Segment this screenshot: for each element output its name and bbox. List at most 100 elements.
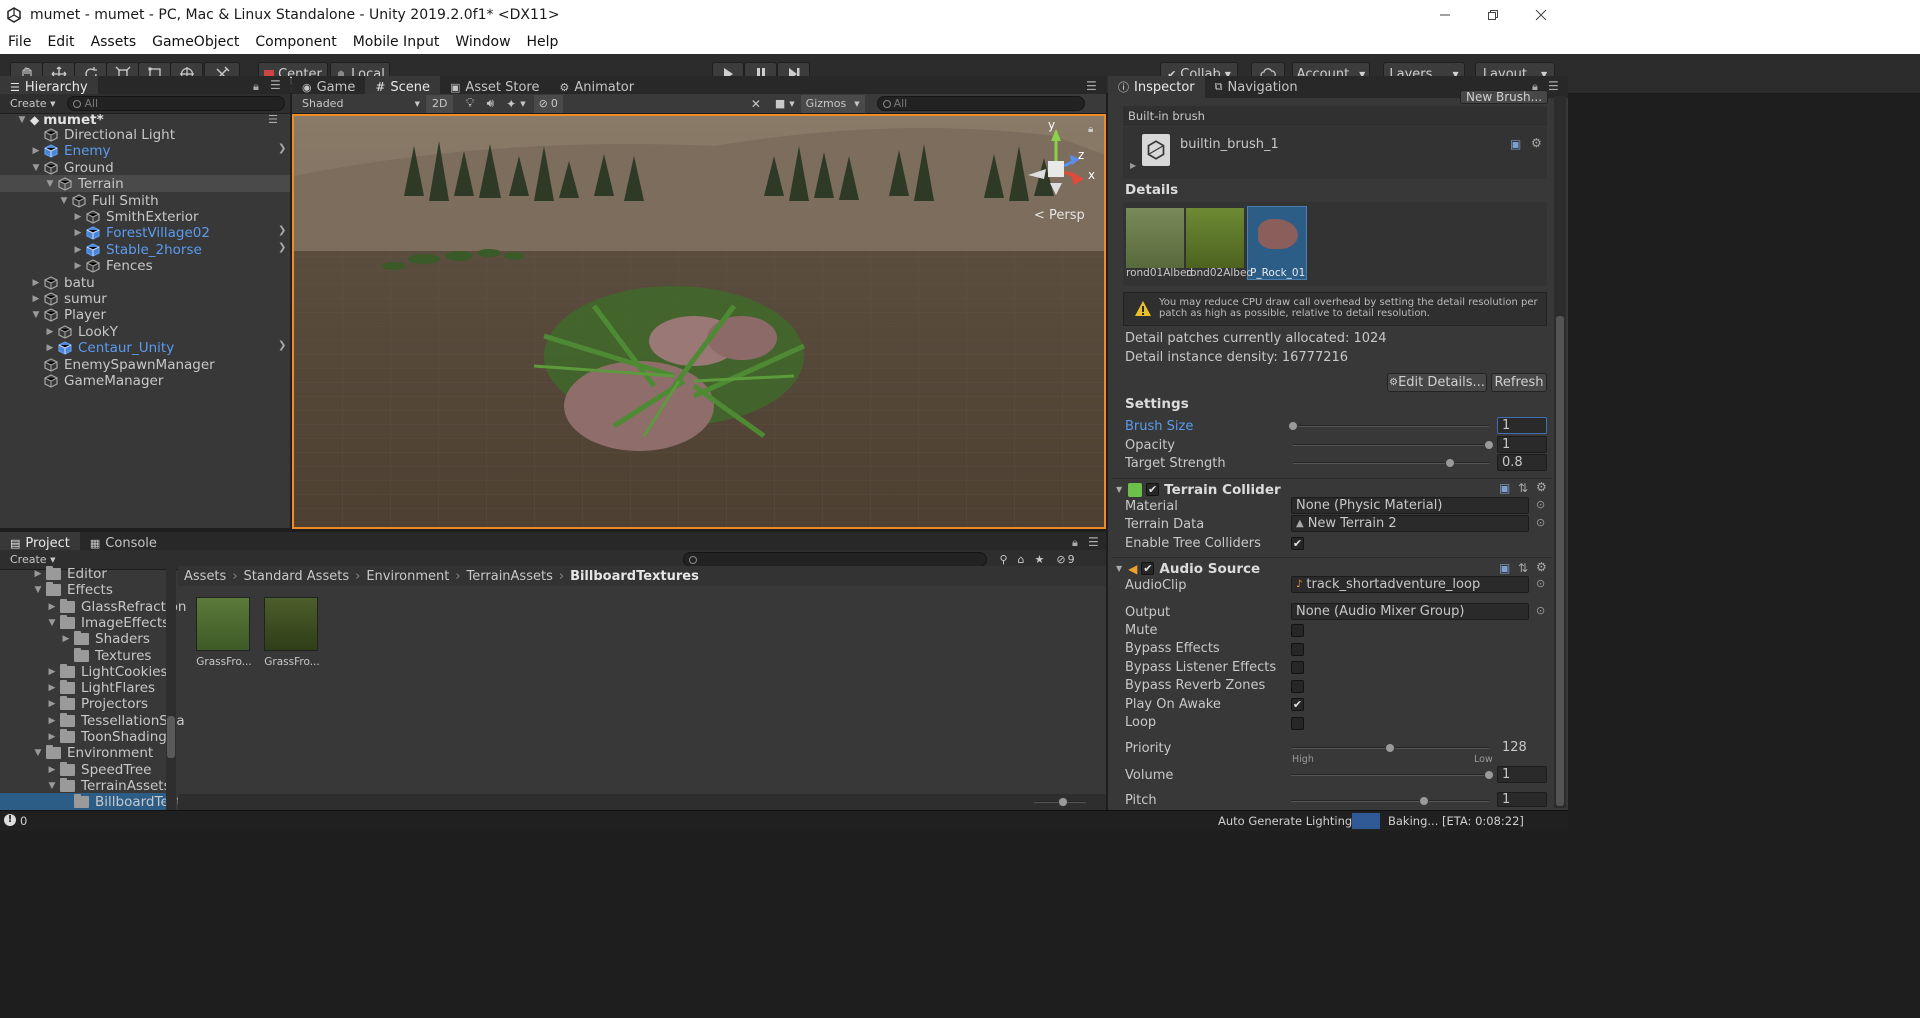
brush-thumbnail[interactable] (1142, 134, 1170, 166)
filter-label-icon[interactable]: ⌂ (1018, 553, 1025, 566)
chevron-right-icon[interactable]: ▶ (46, 601, 58, 613)
minimize-icon[interactable] (1422, 0, 1468, 30)
chevron-right-icon[interactable]: ▶ (72, 227, 84, 239)
chevron-down-icon[interactable]: ▼ (30, 162, 42, 174)
chevron-down-icon[interactable]: ▼ (1116, 564, 1122, 573)
object-picker-icon[interactable]: ⊙ (1536, 516, 1545, 529)
refresh-button[interactable]: Refresh (1491, 373, 1547, 392)
chevron-down-icon[interactable]: ▼ (30, 309, 42, 321)
scrollbar-thumb[interactable] (1556, 316, 1564, 806)
hidden-packages-toggle[interactable]: ⊘ 9 (1056, 553, 1074, 566)
grass-detail-thumbnail[interactable] (1186, 208, 1244, 268)
chevron-down-icon[interactable]: ▼ (1116, 485, 1122, 494)
chevron-right-icon[interactable]: ▶ (46, 666, 58, 678)
breadcrumb-billboardtextures[interactable]: BillboardTextures (570, 569, 699, 584)
lighting-toggle-icon[interactable]: 💡︎ (465, 96, 474, 111)
baking-status[interactable]: Baking... [ETA: 0:08:22] (1388, 814, 1524, 828)
inspector-scrollbar[interactable] (1554, 96, 1566, 808)
chevron-right-icon[interactable]: ▶ (46, 764, 58, 776)
audio-option-checkbox[interactable]: ✔ (1291, 698, 1304, 711)
menu-component[interactable]: Component (247, 34, 344, 50)
panel-menu-icon[interactable]: ☰ (1548, 79, 1559, 93)
brush-size-knob[interactable] (1288, 421, 1298, 431)
breadcrumb-environment[interactable]: Environment (366, 569, 449, 584)
2d-toggle[interactable]: 2D (426, 94, 454, 113)
target-strength-slider[interactable] (1293, 462, 1489, 464)
chevron-down-icon[interactable]: ▼ (32, 747, 44, 759)
audio-option-checkbox[interactable] (1291, 661, 1304, 674)
audio-option-checkbox[interactable] (1291, 624, 1304, 637)
terrain-collider-enabled-checkbox[interactable]: ✔ (1146, 483, 1160, 496)
preset-icon[interactable]: ⇅ (1518, 561, 1528, 575)
chevron-right-icon[interactable]: ▶ (30, 145, 42, 157)
tree-scrollbar[interactable] (166, 568, 176, 810)
chevron-right-icon[interactable]: ▶ (72, 211, 84, 223)
lock-icon[interactable]: 🔒︎ (253, 80, 259, 94)
breadcrumb-assets[interactable]: Assets (184, 569, 226, 584)
auto-lighting-status[interactable]: Auto Generate Lighting On (1218, 814, 1372, 828)
chevron-right-icon[interactable]: ▶ (44, 326, 56, 338)
menu-file[interactable]: File (0, 34, 39, 50)
chevron-down-icon[interactable]: ▼ (789, 100, 794, 108)
hidden-objects-toggle[interactable]: ⊘ 0 (533, 94, 563, 113)
effects-toggle-icon[interactable]: ✦ (506, 97, 516, 111)
audio-source-enabled-checkbox[interactable]: ✔ (1141, 562, 1155, 575)
pitch-input[interactable]: 1 (1497, 792, 1547, 807)
brush-size-input[interactable]: 1 (1497, 417, 1547, 434)
panel-menu-icon[interactable]: ☰ (1086, 79, 1097, 93)
prefab-open-arrow-icon[interactable]: ❯ (278, 340, 286, 351)
chevron-down-icon[interactable]: ▼ (520, 100, 525, 108)
audio-option-checkbox[interactable] (1291, 642, 1304, 656)
chevron-right-icon[interactable]: ▶ (46, 682, 58, 694)
chevron-right-icon[interactable]: ▶ (32, 568, 44, 580)
chevron-right-icon[interactable]: ▶ (46, 698, 58, 710)
chevron-right-icon[interactable]: ▶ (46, 731, 58, 743)
preset-icon[interactable]: ⇅ (1518, 481, 1528, 495)
opacity-slider[interactable] (1293, 444, 1489, 446)
menu-help[interactable]: Help (519, 34, 567, 50)
tools-icon[interactable]: ✕ (751, 97, 761, 111)
terrain-data-field[interactable]: ▲ New Terrain 2 (1291, 515, 1529, 532)
asset-tile[interactable]: GrassFro... (196, 597, 252, 669)
scene-viewport[interactable]: y z x 🔒︎ < Persp (292, 114, 1106, 529)
asset-tile[interactable]: GrassFro... (264, 597, 320, 669)
chevron-right-icon[interactable]: ▶ (72, 244, 84, 256)
target-strength-knob[interactable] (1444, 458, 1455, 468)
enable-tree-colliders-checkbox[interactable]: ✔ (1291, 537, 1304, 550)
chevron-down-icon[interactable]: ▼ (16, 114, 28, 126)
console-count[interactable]: 0 (20, 814, 27, 828)
lock-icon[interactable]: 🔒︎ (1088, 124, 1093, 135)
panel-menu-icon[interactable]: ☰ (1088, 535, 1099, 549)
object-picker-icon[interactable]: ⊙ (1536, 577, 1545, 590)
help-book-icon[interactable]: ▣ (1510, 137, 1521, 151)
prefab-open-arrow-icon[interactable]: ❯ (278, 225, 286, 236)
volume-input[interactable]: 1 (1497, 766, 1547, 783)
priority-input[interactable]: 128 (1497, 739, 1547, 756)
new-brush-button[interactable]: New Brush... (1460, 90, 1548, 104)
menu-mobile-input[interactable]: Mobile Input (345, 34, 448, 50)
filter-type-icon[interactable]: ⚲ (999, 553, 1007, 566)
lock-icon[interactable]: 🔒︎ (1072, 536, 1078, 550)
grass-detail-thumbnail[interactable] (1126, 208, 1184, 268)
menu-window[interactable]: Window (447, 34, 518, 50)
breadcrumb-standard-assets[interactable]: Standard Assets (244, 569, 350, 584)
audio-option-checkbox[interactable] (1291, 716, 1304, 730)
brush-size-slider[interactable] (1293, 425, 1489, 427)
help-book-icon[interactable]: ▣ (1499, 561, 1510, 575)
hierarchy-search-input[interactable]: All (67, 96, 286, 111)
chevron-right-icon[interactable]: ▶ (30, 293, 42, 305)
menu-assets[interactable]: Assets (83, 34, 145, 50)
output-field[interactable]: None (Audio Mixer Group) (1291, 603, 1529, 620)
scene-search-input[interactable]: All (876, 96, 1085, 111)
prefab-open-arrow-icon[interactable]: ❯ (278, 143, 286, 154)
volume-knob[interactable] (1484, 770, 1494, 780)
menu-gameobject[interactable]: GameObject (144, 34, 247, 50)
gear-icon[interactable]: ⚙ (1536, 560, 1547, 574)
chevron-right-icon[interactable]: ▶ (60, 633, 72, 645)
opacity-knob[interactable] (1484, 440, 1494, 450)
chevron-right-icon[interactable]: ▶ (72, 260, 84, 272)
help-book-icon[interactable]: ▣ (1499, 481, 1510, 495)
tab-inspector[interactable]: ⓘ Inspector (1108, 76, 1205, 98)
scrollbar-thumb[interactable] (167, 716, 175, 758)
gear-icon[interactable]: ⚙ (1531, 136, 1542, 150)
